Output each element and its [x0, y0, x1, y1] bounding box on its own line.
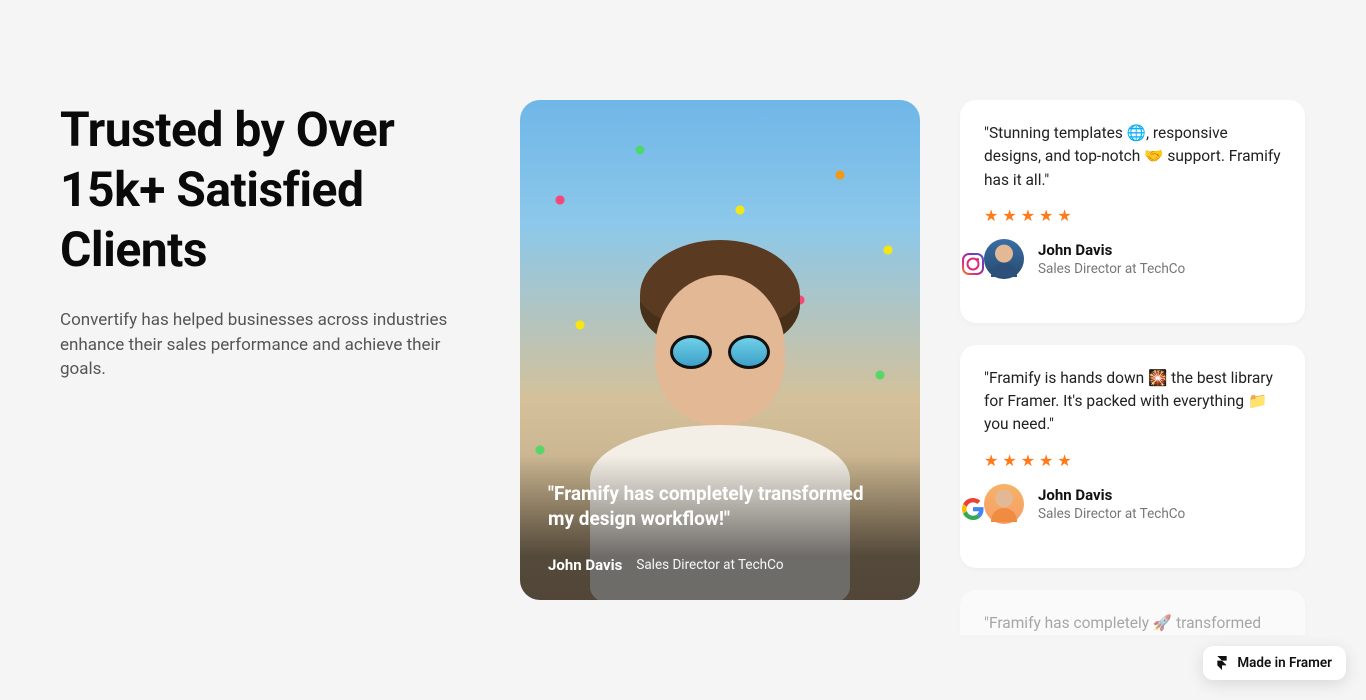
- star-icon: ★: [1039, 451, 1053, 470]
- star-icon: ★: [1021, 451, 1035, 470]
- testimonial-quote: "Framify is hands down 🎇 the best librar…: [984, 367, 1281, 437]
- testimonial-card-peek: "Framify has completely 🚀 transformed: [960, 590, 1305, 635]
- featured-testimonial-card: "Framify has completely transformed my d…: [520, 100, 920, 600]
- rating-stars: ★ ★ ★ ★ ★: [984, 206, 1281, 225]
- author-role: Sales Director at TechCo: [1038, 261, 1185, 277]
- author-name: John Davis: [1038, 241, 1185, 259]
- framer-icon: [1215, 656, 1229, 670]
- testimonial-card: "Framify is hands down 🎇 the best librar…: [960, 345, 1305, 568]
- testimonial-quote: "Stunning templates 🌐, responsive design…: [984, 122, 1281, 192]
- rating-stars: ★ ★ ★ ★ ★: [984, 451, 1281, 470]
- testimonial-card: "Stunning templates 🌐, responsive design…: [960, 100, 1305, 323]
- star-icon: ★: [1002, 451, 1016, 470]
- star-icon: ★: [1021, 206, 1035, 225]
- hero-subtext: Convertify has helped businesses across …: [60, 308, 460, 382]
- star-icon: ★: [1039, 206, 1053, 225]
- author-name: John Davis: [1038, 486, 1185, 504]
- star-icon: ★: [1057, 206, 1071, 225]
- star-icon: ★: [1057, 451, 1071, 470]
- google-icon: [962, 498, 984, 520]
- star-icon: ★: [1002, 206, 1016, 225]
- author-role: Sales Director at TechCo: [1038, 506, 1185, 522]
- instagram-icon: [962, 253, 984, 275]
- testimonial-quote: "Framify has completely 🚀 transformed: [984, 612, 1281, 635]
- avatar: [984, 239, 1024, 279]
- star-icon: ★: [984, 451, 998, 470]
- hero-headline: Trusted by Over 15k+ Satisfied Clients: [60, 100, 480, 280]
- avatar: [984, 484, 1024, 524]
- featured-quote: "Framify has completely transformed my d…: [548, 481, 892, 532]
- badge-label: Made in Framer: [1237, 655, 1332, 671]
- star-icon: ★: [984, 206, 998, 225]
- featured-role: Sales Director at TechCo: [636, 557, 783, 573]
- made-in-framer-badge[interactable]: Made in Framer: [1203, 646, 1346, 680]
- featured-author: John Davis: [548, 556, 622, 574]
